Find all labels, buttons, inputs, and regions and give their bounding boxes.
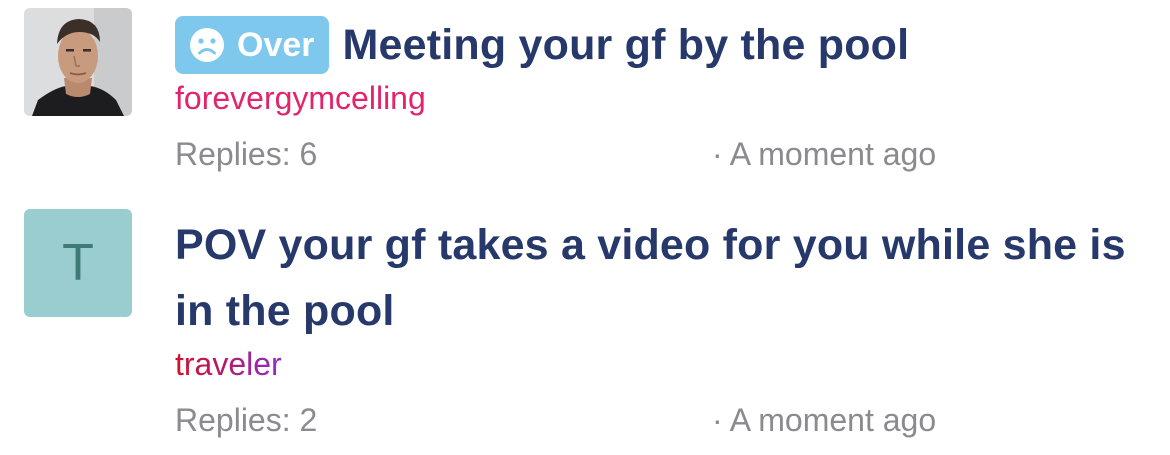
timestamp: · A moment ago [712, 136, 937, 172]
reply-count: Replies: 6 [175, 136, 318, 172]
author-name[interactable]: traveler [175, 346, 282, 383]
reply-count: Replies: 2 [175, 402, 318, 438]
status-badge: Over [175, 16, 329, 74]
avatar-letter: T [62, 234, 94, 292]
timestamp: · A moment ago [712, 402, 937, 438]
avatar-photo-icon [24, 8, 132, 116]
user-avatar[interactable]: T [24, 209, 132, 317]
thread-item[interactable]: Over Meeting your gf by the pool forever… [0, 0, 1170, 200]
sad-face-icon [190, 28, 224, 62]
thread-title-line: Over Meeting your gf by the pool [175, 14, 909, 76]
thread-title[interactable]: Meeting your gf by the pool [343, 21, 910, 70]
thread-title[interactable]: POV your gf takes a video for you while … [175, 212, 1135, 344]
user-avatar[interactable] [24, 8, 132, 116]
status-badge-label: Over [237, 25, 315, 64]
thread-item[interactable]: T POV your gf takes a video for you whil… [0, 200, 1170, 455]
author-name[interactable]: forevergymcelling [175, 80, 426, 117]
